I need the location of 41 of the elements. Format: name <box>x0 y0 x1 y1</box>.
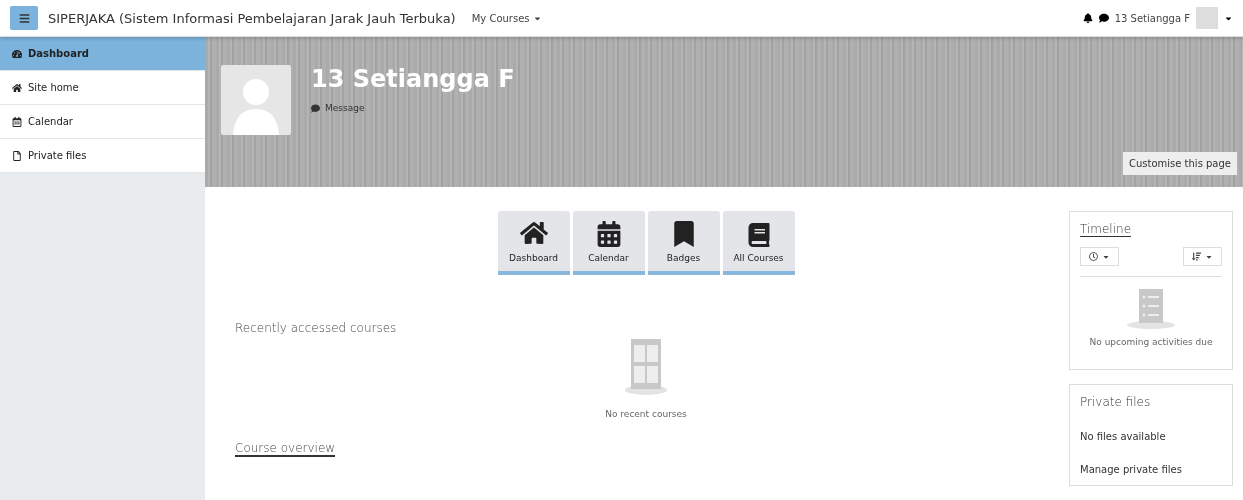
card-title: Private files <box>1080 395 1151 409</box>
customise-button[interactable]: Customise this page <box>1122 152 1237 175</box>
site-title[interactable]: SIPERJAKA (Sistem Informasi Pembelajaran Jarak Jauh Terbuka) <box>48 10 456 26</box>
my-courses-menu[interactable]: My Courses <box>465 11 548 25</box>
clock-icon <box>1089 252 1098 261</box>
sidebar-item[interactable]: Private files <box>0 139 205 173</box>
shortcut-tile[interactable]: Dashboard <box>497 211 570 275</box>
shortcut-tile[interactable]: Badges <box>647 211 720 275</box>
sort-icon <box>1192 252 1201 261</box>
sidebar-item[interactable]: Calendar <box>0 105 205 139</box>
filter-dropdown[interactable] <box>1080 247 1119 266</box>
calendar-icon <box>12 116 22 127</box>
empty-message: No upcoming activities due <box>1089 337 1213 347</box>
menu-icon <box>18 12 30 24</box>
shortcut-tile[interactable]: All Courses <box>722 211 795 275</box>
dashboard-icon <box>12 48 22 59</box>
courses-placeholder-icon <box>624 339 668 395</box>
list-placeholder-icon <box>1126 289 1176 329</box>
chat-icon[interactable] <box>1098 13 1109 23</box>
home-icon <box>12 82 22 93</box>
chat-icon <box>311 103 320 113</box>
message-link[interactable]: Message <box>311 103 515 113</box>
section-title: Recently accessed courses <box>235 321 397 335</box>
sidebar-item[interactable]: Site home <box>0 71 205 105</box>
shortcut-tile[interactable]: Calendar <box>572 211 645 275</box>
sidebar-item[interactable]: Dashboard <box>0 37 205 71</box>
card-title: Timeline <box>1080 222 1132 237</box>
avatar-placeholder <box>221 65 291 135</box>
section-title: Course overview <box>235 441 336 457</box>
home-icon <box>519 219 548 247</box>
menu-button[interactable] <box>10 6 38 30</box>
profile-name: 13 Setiangga F <box>311 65 515 93</box>
manage-files-link[interactable]: Manage private files <box>1080 464 1222 475</box>
file-icon <box>12 150 22 161</box>
sort-dropdown[interactable] <box>1183 247 1222 266</box>
empty-message: No recent courses <box>605 409 687 419</box>
book-icon <box>746 223 771 247</box>
empty-message: No files available <box>1080 431 1167 442</box>
user-name[interactable]: 13 Setiangga F <box>1114 12 1190 24</box>
calendar-icon <box>595 221 622 247</box>
bell-icon[interactable] <box>1082 13 1093 23</box>
